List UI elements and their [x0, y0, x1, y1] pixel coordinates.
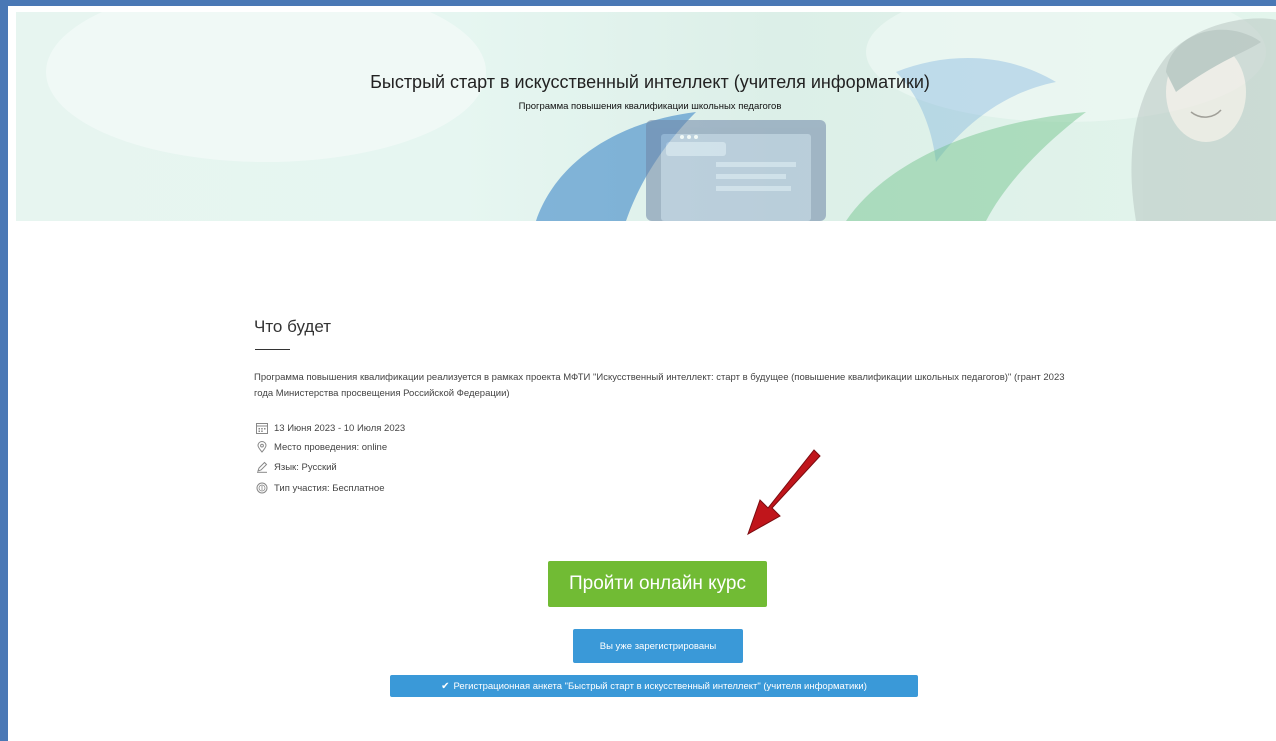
info-participation-text: Тип участия: Бесплатное	[274, 482, 385, 494]
checkmark-icon: ✔	[441, 680, 450, 692]
info-dates: 13 Июня 2023 - 10 Июля 2023	[256, 422, 405, 434]
info-dates-text: 13 Июня 2023 - 10 Июля 2023	[274, 422, 406, 434]
red-arrow-icon	[747, 449, 821, 536]
info-language: Язык: Русский	[256, 461, 337, 473]
section-divider	[255, 349, 290, 350]
hero-banner: Быстрый старт в искусственный интеллект …	[16, 12, 1276, 221]
info-location: Место проведения: online	[256, 441, 387, 453]
pen-icon	[257, 461, 268, 473]
info-participation: Тип участия: Бесплатное	[256, 482, 384, 494]
hero-subtitle: Программа повышения квалификации школьны…	[518, 101, 782, 112]
coin-icon	[256, 482, 268, 494]
page-frame: Быстрый старт в искусственный интеллект …	[0, 0, 1276, 741]
info-location-text: Место проведения: online	[274, 441, 388, 453]
info-language-text: Язык: Русский	[274, 461, 337, 473]
hero-illustration	[46, 12, 1276, 221]
registration-form-label: Регистрационная анкета "Быстрый старт в …	[453, 680, 867, 692]
calendar-icon	[256, 423, 268, 434]
course-description: Программа повышения квалификации реализу…	[254, 372, 1065, 399]
already-registered-button[interactable]: Вы уже зарегистрированы	[573, 629, 743, 663]
location-pin-icon	[257, 441, 267, 453]
take-online-course-button[interactable]: Пройти онлайн курс	[548, 561, 767, 607]
registration-form-button[interactable]: ✔ Регистрационная анкета "Быстрый старт …	[390, 675, 918, 697]
section-title: Что будет	[254, 317, 331, 336]
hero-title: Быстрый старт в искусственный интеллект …	[370, 72, 930, 92]
